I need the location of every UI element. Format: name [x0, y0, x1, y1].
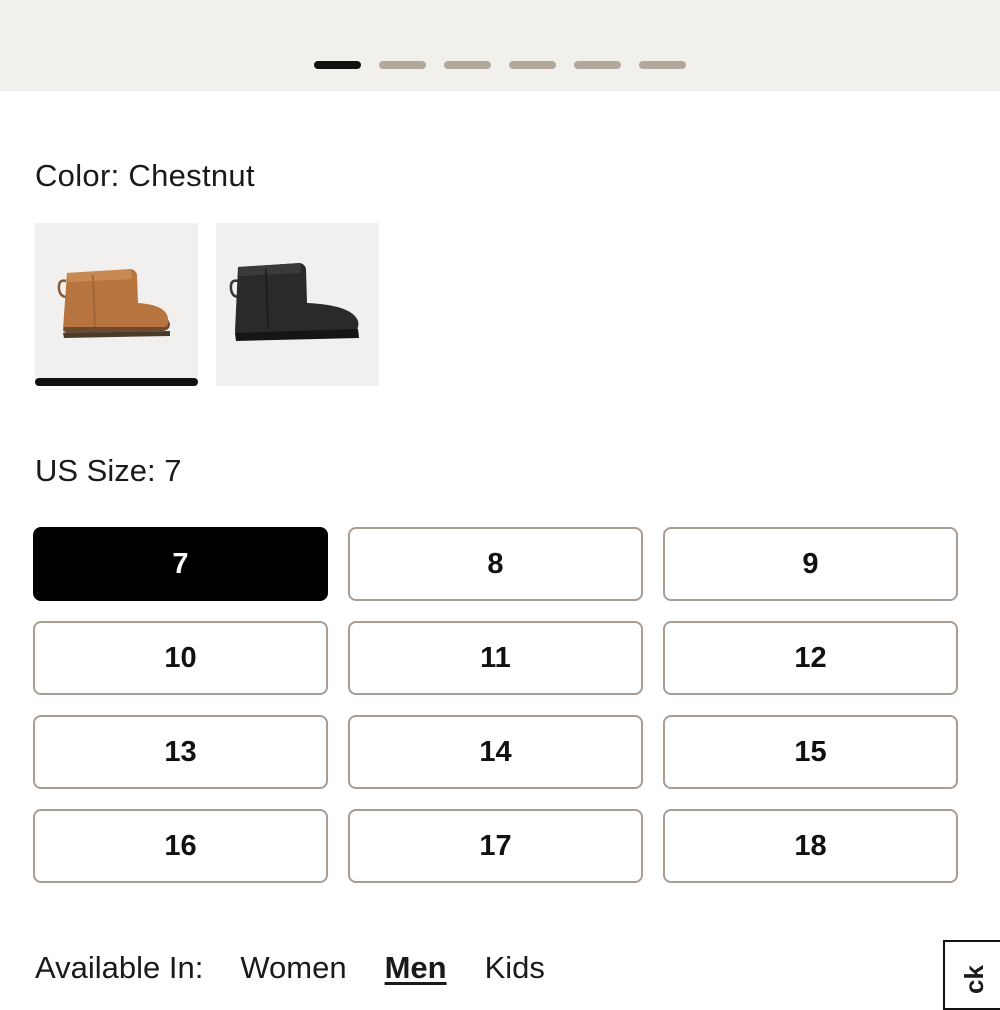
available-option-kids[interactable]: Kids: [485, 950, 545, 986]
carousel-dot-2[interactable]: [379, 61, 426, 69]
color-swatch-chestnut[interactable]: [35, 223, 198, 386]
size-button-14[interactable]: 14: [348, 715, 643, 789]
size-button-17[interactable]: 17: [348, 809, 643, 883]
carousel-dot-3[interactable]: [444, 61, 491, 69]
image-carousel-band: [0, 0, 1000, 91]
black-boot-image: [229, 263, 359, 341]
carousel-dot-4[interactable]: [509, 61, 556, 69]
size-button-9[interactable]: 9: [663, 527, 958, 601]
size-button-10[interactable]: 10: [33, 621, 328, 695]
size-label: US Size: 7: [35, 453, 182, 488]
size-button-18[interactable]: 18: [663, 809, 958, 883]
carousel-dot-6[interactable]: [639, 61, 686, 69]
available-option-men[interactable]: Men: [385, 950, 447, 986]
carousel-dot-1[interactable]: [314, 61, 361, 69]
size-button-15[interactable]: 15: [663, 715, 958, 789]
size-button-8[interactable]: 8: [348, 527, 643, 601]
available-option-women[interactable]: Women: [240, 950, 346, 986]
selected-swatch-indicator: [35, 378, 198, 386]
carousel-indicators: [314, 61, 686, 69]
chestnut-boot-image: [57, 269, 170, 338]
size-button-16[interactable]: 16: [33, 809, 328, 883]
size-button-11[interactable]: 11: [348, 621, 643, 695]
size-button-7[interactable]: 7: [33, 527, 328, 601]
size-button-12[interactable]: 12: [663, 621, 958, 695]
size-button-13[interactable]: 13: [33, 715, 328, 789]
available-in-row: Available In: Women Men Kids: [35, 950, 583, 986]
available-in-label: Available In:: [35, 950, 204, 985]
side-tab-label: ck: [959, 965, 989, 994]
carousel-dot-5[interactable]: [574, 61, 621, 69]
color-label: Color: Chestnut: [35, 158, 255, 193]
color-swatch-black[interactable]: [216, 223, 379, 386]
size-options-grid: 7 8 9 10 11 12 13 14 15 16 17 18: [33, 527, 958, 883]
